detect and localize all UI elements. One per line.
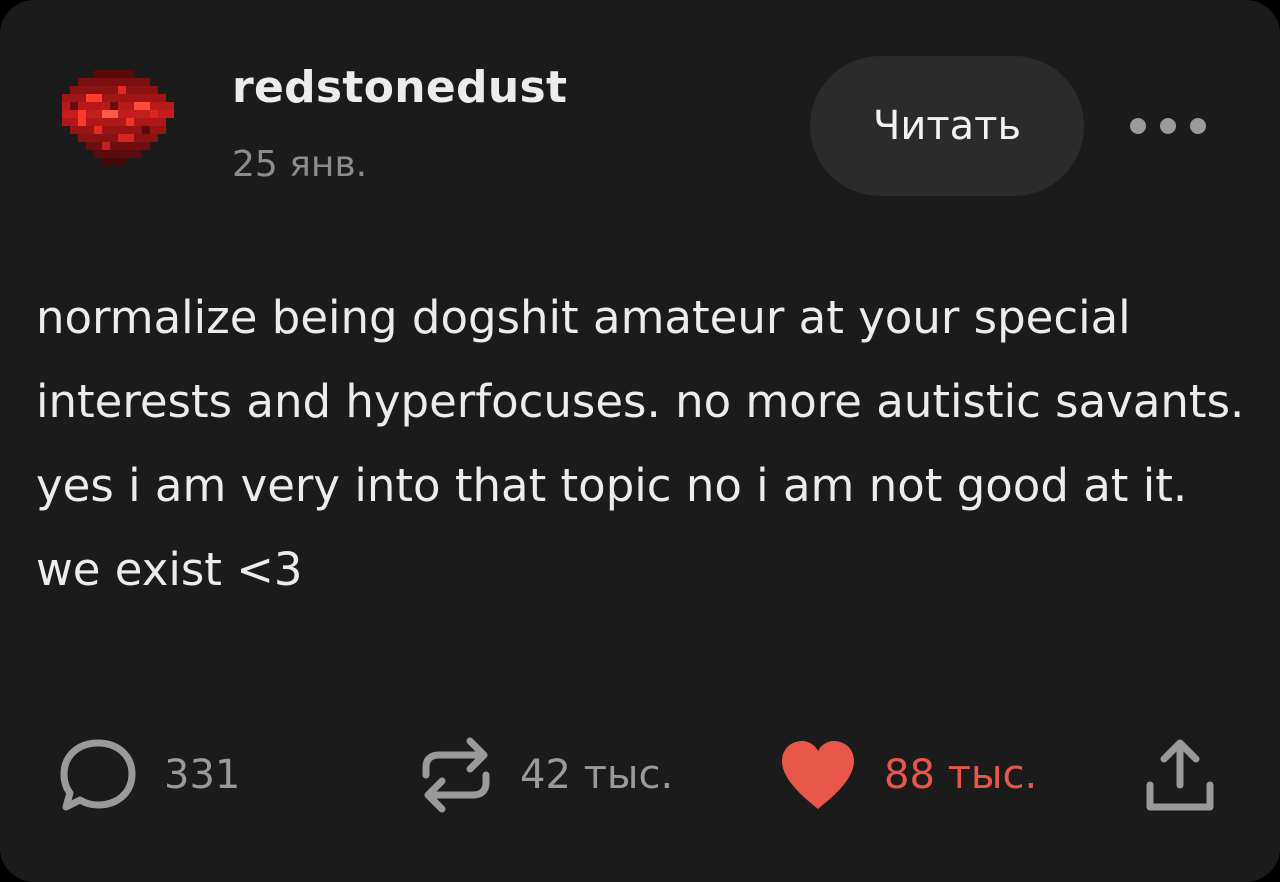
repeat-arrows-icon [422,737,490,813]
follow-button[interactable]: Читать [810,56,1084,196]
more-options-button[interactable] [1130,106,1206,146]
ellipsis-icon [1160,118,1176,134]
likes-count: 88 тыс. [884,752,1038,798]
author-avatar[interactable] [62,70,174,174]
speech-bubble-icon [60,739,136,811]
share-upload-icon [1146,739,1214,811]
redstone-dust-avatar-icon [62,70,174,166]
post-body: normalize being dogshit amateur at your … [36,291,1245,596]
reblogs-count: 42 тыс. [520,752,674,798]
share-button[interactable] [1142,730,1218,820]
heart-icon [782,741,854,809]
like-button[interactable]: 88 тыс. [778,730,1037,820]
post-card: redstonedust 25 янв. Читать normalize be… [0,0,1280,882]
ellipsis-icon [1130,118,1146,134]
author-username[interactable]: redstonedust [232,62,567,113]
reblog-button[interactable]: 42 тыс. [418,730,673,820]
post-date: 25 янв. [232,144,368,185]
comments-count: 331 [164,752,241,798]
comments-button[interactable]: 331 [58,730,240,820]
ellipsis-icon [1190,118,1206,134]
